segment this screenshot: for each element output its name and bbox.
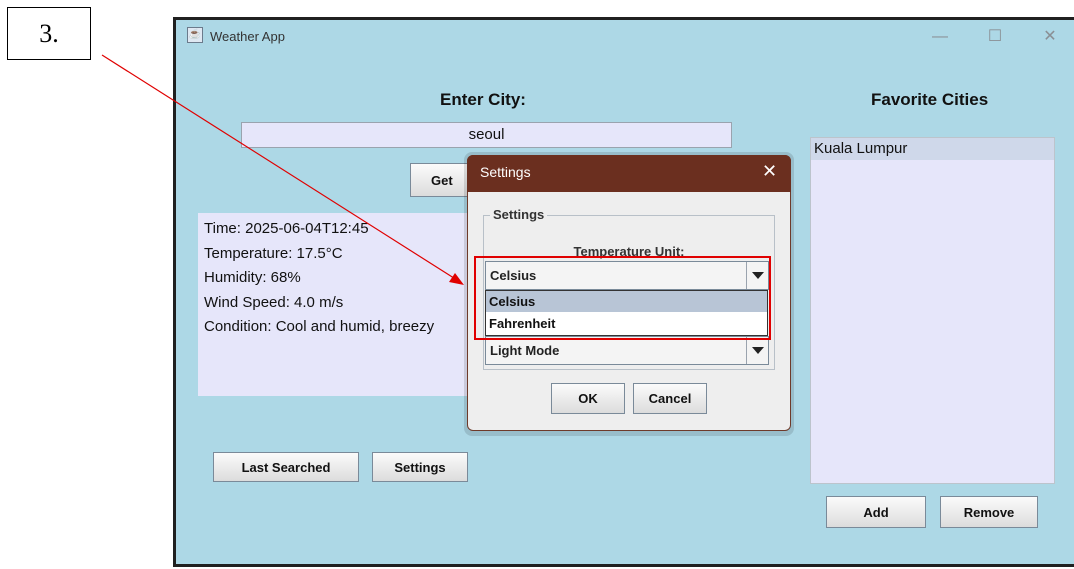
annotation-arrow [101, 54, 464, 285]
